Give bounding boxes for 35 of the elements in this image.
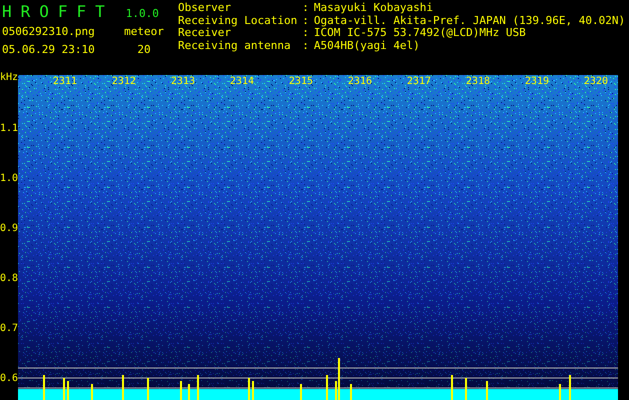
time-label: 2315 [288, 76, 313, 88]
info-separator: : [302, 27, 309, 40]
info-label: Receiving antenna [178, 40, 292, 52]
file-name: 0506292310.png [1, 24, 96, 38]
time-label: 2312 [112, 76, 136, 88]
time-label: 2318 [466, 76, 490, 88]
version-label: 1.0.0 [126, 7, 159, 20]
info-value: A504HB(yagi 4el) [314, 40, 421, 52]
meteor-count: 20 [136, 42, 152, 56]
axis-label: 0.9 [0, 224, 18, 234]
info-value: Ogata-vill. Akita-Pref. JAPAN (139.96E, 40.02N) [314, 14, 626, 27]
time-label: 2317 [406, 76, 431, 88]
meteor-label: meteor [123, 24, 165, 38]
info-label: Receiver [178, 27, 231, 40]
time-label: 2320 [584, 76, 608, 88]
time-label: 2314 [230, 76, 254, 88]
time-label: 2316 [348, 76, 372, 88]
app-title: HROFFT [2, 2, 114, 21]
info-separator: : [302, 14, 309, 27]
axis-label: 0.7 [0, 324, 18, 334]
axis-label: 0.8 [0, 274, 18, 284]
info-value: ICOM IC-575 53.7492(@LCD)MHz USB [314, 27, 527, 40]
info-separator: : [302, 40, 309, 52]
axis-label: 0.6 [0, 374, 18, 384]
time-label: 2311 [52, 76, 77, 88]
time-label: 2319 [524, 76, 549, 88]
info-value: Masayuki Kobayashi [314, 2, 434, 14]
axis-label: 1.1 [0, 124, 18, 134]
date-time: 05.06.29 23:10 [1, 42, 96, 56]
info-label: Receiving Location [178, 14, 298, 27]
axis-label: 1.0 [0, 174, 18, 184]
axis-unit: kHz [0, 73, 18, 83]
info-label: Observer [178, 2, 232, 14]
time-label: 2313 [170, 76, 195, 88]
info-separator: : [302, 2, 309, 14]
